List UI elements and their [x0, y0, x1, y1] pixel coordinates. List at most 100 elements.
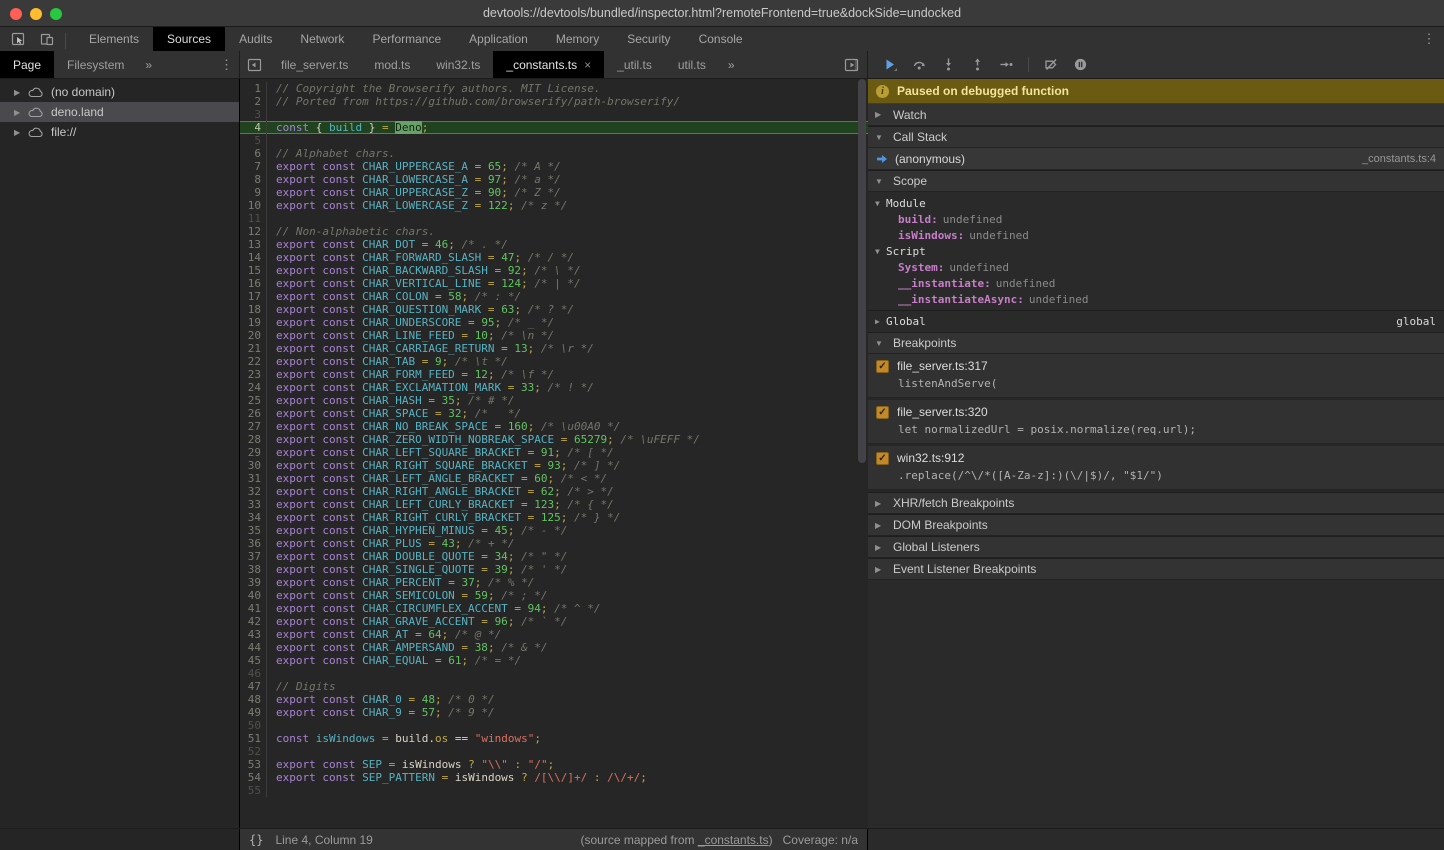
section-event-listener-breakpoints[interactable]: ▶Event Listener Breakpoints — [868, 558, 1444, 580]
step-into-icon[interactable] — [936, 54, 960, 76]
pretty-print-icon[interactable]: {} — [249, 833, 263, 847]
call-stack-frame[interactable]: (anonymous)_constants.ts:4 — [868, 148, 1444, 170]
source-mapped-link[interactable]: _constants.ts — [698, 833, 769, 847]
line-number[interactable]: 41 — [240, 602, 267, 615]
show-navigator-icon[interactable] — [240, 51, 268, 78]
show-debugger-sidebar-icon[interactable] — [844, 51, 859, 79]
frame-location[interactable]: _constants.ts:4 — [1362, 153, 1436, 165]
tab-security[interactable]: Security — [613, 27, 684, 51]
line-number[interactable]: 51 — [240, 732, 267, 745]
sidebar-tab-page[interactable]: Page — [0, 51, 54, 78]
file-tab-file-server-ts[interactable]: file_server.ts — [268, 51, 361, 78]
section-call-stack[interactable]: ▼Call Stack — [868, 126, 1444, 148]
breakpoint-code[interactable]: listenAndServe( — [898, 377, 1436, 390]
line-number[interactable]: 33 — [240, 498, 267, 511]
line-number[interactable]: 40 — [240, 589, 267, 602]
editor-scrollbar[interactable] — [858, 79, 866, 463]
breakpoint-checkbox[interactable]: ✓ — [876, 406, 889, 419]
section-breakpoints[interactable]: ▼Breakpoints — [868, 332, 1444, 354]
breakpoint-entry[interactable]: ✓ file_server.ts:320let normalizedUrl = p… — [868, 400, 1444, 444]
scope-group-global[interactable]: ▶Globalglobal — [868, 310, 1444, 332]
breakpoint-location[interactable]: win32.ts:912 — [897, 451, 964, 465]
breakpoint-code[interactable]: let normalizedUrl = posix.normalize(req.… — [898, 423, 1436, 436]
step-icon[interactable] — [994, 54, 1018, 76]
line-number[interactable]: 34 — [240, 511, 267, 524]
tab-console[interactable]: Console — [685, 27, 757, 51]
line-number[interactable]: 29 — [240, 446, 267, 459]
scope-property[interactable]: isWindows:undefined — [868, 227, 1444, 243]
line-number[interactable]: 53 — [240, 758, 267, 771]
line-number[interactable]: 3 — [240, 108, 267, 121]
breakpoint-code[interactable]: .replace(/^\/*([A-Za-z]:)(\/|$)/, "$1/") — [898, 469, 1436, 482]
resume-script-icon[interactable] — [878, 54, 902, 76]
scope-property[interactable]: __instantiate:undefined — [868, 275, 1444, 291]
line-number[interactable]: 27 — [240, 420, 267, 433]
line-number[interactable]: 16 — [240, 277, 267, 290]
section-global-listeners[interactable]: ▶Global Listeners — [868, 536, 1444, 558]
line-number[interactable]: 31 — [240, 472, 267, 485]
line-number[interactable]: 25 — [240, 394, 267, 407]
breakpoint-entry[interactable]: ✓file_server.ts:317listenAndServe( — [868, 354, 1444, 398]
tree-item-no-domain[interactable]: ▶(no domain) — [0, 82, 239, 102]
device-toolbar-icon[interactable] — [34, 27, 60, 51]
line-number[interactable]: 46 — [240, 667, 267, 680]
line-number[interactable]: 52 — [240, 745, 267, 758]
tree-item-file[interactable]: ▶file:// — [0, 122, 239, 142]
line-number[interactable]: 35 — [240, 524, 267, 537]
close-window-button[interactable] — [10, 8, 22, 20]
minimize-window-button[interactable] — [30, 8, 42, 20]
breakpoint-entry[interactable]: ✓ win32.ts:912 .replace(/^\/*([A-Za-z]:)(\… — [868, 446, 1444, 490]
line-number[interactable]: 8 — [240, 173, 267, 186]
file-tab-win32-ts[interactable]: win32.ts — [423, 51, 493, 78]
line-number[interactable]: 10 — [240, 199, 267, 212]
more-file-tabs-icon[interactable]: » — [719, 51, 744, 78]
sidebar-tab-filesystem[interactable]: Filesystem — [54, 51, 137, 78]
line-number[interactable]: 11 — [240, 212, 267, 225]
scope-property[interactable]: System:undefined — [868, 259, 1444, 275]
line-number[interactable]: 28 — [240, 433, 267, 446]
line-number[interactable]: 47 — [240, 680, 267, 693]
section-xhr-fetch-breakpoints[interactable]: ▶XHR/fetch Breakpoints — [868, 492, 1444, 514]
line-number[interactable]: 14 — [240, 251, 267, 264]
tab-performance[interactable]: Performance — [358, 27, 455, 51]
deactivate-breakpoints-icon[interactable] — [1039, 54, 1063, 76]
line-number[interactable]: 55 — [240, 784, 267, 797]
line-number[interactable]: 12 — [240, 225, 267, 238]
navigator-more-tabs-icon[interactable]: » — [137, 51, 160, 78]
line-number[interactable]: 15 — [240, 264, 267, 277]
scope-group-script[interactable]: ▼Script — [868, 243, 1444, 259]
line-number[interactable]: 30 — [240, 459, 267, 472]
line-number[interactable]: 44 — [240, 641, 267, 654]
step-out-icon[interactable] — [965, 54, 989, 76]
section-watch[interactable]: ▶Watch — [868, 104, 1444, 126]
code-editor[interactable]: 1// Copyright the Browserify authors. MI… — [240, 79, 868, 828]
pause-on-exceptions-icon[interactable] — [1068, 54, 1092, 76]
file-tab-constants-ts[interactable]: _constants.ts× — [493, 51, 604, 78]
line-number[interactable]: 9 — [240, 186, 267, 199]
chevron-right-icon[interactable]: ▶ — [14, 108, 26, 117]
line-number[interactable]: 42 — [240, 615, 267, 628]
line-number[interactable]: 19 — [240, 316, 267, 329]
line-number[interactable]: 24 — [240, 381, 267, 394]
breakpoint-location[interactable]: file_server.ts:320 — [897, 405, 988, 419]
file-tab-mod-ts[interactable]: mod.ts — [361, 51, 423, 78]
line-number[interactable]: 2 — [240, 95, 267, 108]
tab-audits[interactable]: Audits — [225, 27, 286, 51]
step-over-icon[interactable] — [907, 54, 931, 76]
tab-sources[interactable]: Sources — [153, 27, 225, 51]
scope-property[interactable]: __instantiateAsync:undefined — [868, 291, 1444, 307]
line-number[interactable]: 6 — [240, 147, 267, 160]
line-number[interactable]: 37 — [240, 550, 267, 563]
line-number[interactable]: 21 — [240, 342, 267, 355]
section-scope[interactable]: ▼Scope — [868, 170, 1444, 192]
line-number[interactable]: 45 — [240, 654, 267, 667]
line-number[interactable]: 13 — [240, 238, 267, 251]
line-number[interactable]: 22 — [240, 355, 267, 368]
line-number[interactable]: 18 — [240, 303, 267, 316]
line-number[interactable]: 17 — [240, 290, 267, 303]
scope-property[interactable]: build:undefined — [868, 211, 1444, 227]
line-number[interactable]: 54 — [240, 771, 267, 784]
inspect-element-icon[interactable] — [5, 27, 31, 51]
line-number[interactable]: 5 — [240, 134, 267, 147]
breakpoint-checkbox[interactable]: ✓ — [876, 452, 889, 465]
